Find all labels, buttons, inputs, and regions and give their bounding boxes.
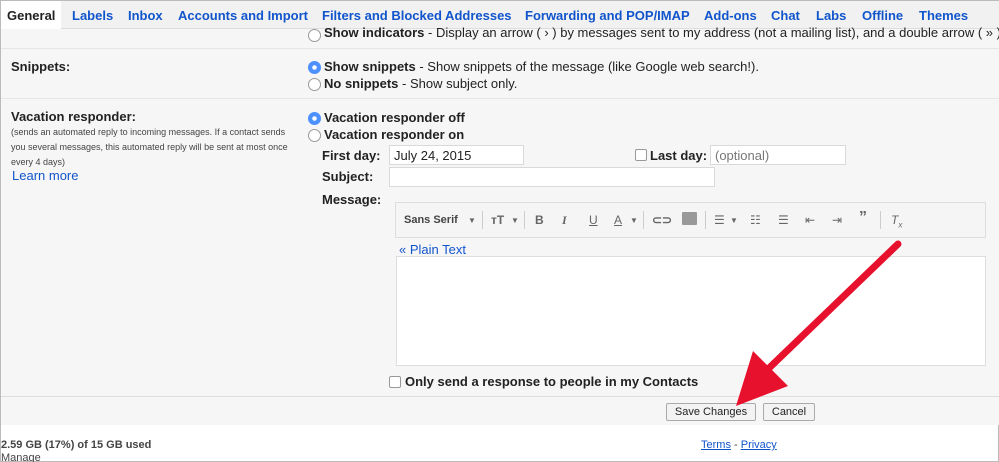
annotation-arrow (736, 240, 902, 406)
arrow-shaft (762, 240, 902, 375)
gmail-settings-window: General Labels Inbox Accounts and Import… (0, 0, 999, 462)
